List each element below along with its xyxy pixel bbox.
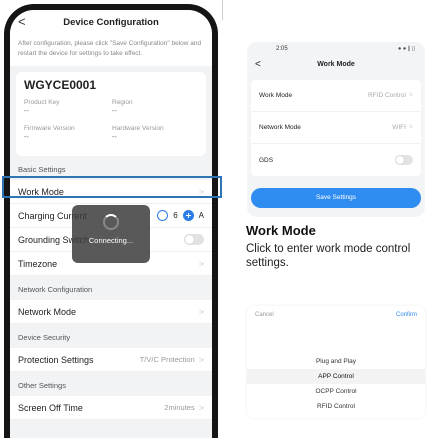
charging-current-stepper: 6 A: [157, 210, 204, 221]
section-device-security: Device Security: [18, 333, 71, 342]
security-list: Protection Settings T/V/C Protection >: [10, 348, 212, 372]
region-label: Region: [112, 99, 133, 106]
mini-row-network-mode[interactable]: Network Mode WIFI >: [251, 112, 421, 144]
description-title: Work Mode: [246, 223, 316, 238]
row-protection-settings[interactable]: Protection Settings T/V/C Protection >: [10, 348, 212, 372]
section-network-configuration: Network Configuration: [18, 285, 93, 294]
device-name: WGYCE0001: [24, 78, 97, 92]
region-value: --: [112, 108, 117, 115]
chevron-right-icon: >: [198, 354, 204, 365]
hardware-label: Hardware Version: [112, 125, 164, 132]
confirm-button[interactable]: Confirm: [396, 312, 417, 318]
firmware-value: --: [24, 134, 29, 141]
product-key: Product Key --: [24, 98, 114, 116]
picker-header: Cancel Confirm: [247, 306, 425, 326]
picker-option[interactable]: OCPP Control: [247, 384, 425, 399]
network-list: Network Mode >: [10, 300, 212, 324]
mini-row-value: RFID Control: [367, 92, 406, 99]
picker-option[interactable]: Plug and Play: [247, 354, 425, 369]
firmware-label: Firmware Version: [24, 125, 75, 132]
mini-row-label: Work Mode: [259, 92, 293, 99]
picker-option[interactable]: RFID Control: [247, 399, 425, 414]
status-time: 2:05: [276, 46, 288, 52]
product-key-label: Product Key: [24, 99, 60, 106]
chevron-right-icon: >: [198, 306, 204, 317]
network-mode-label: Network Mode: [18, 306, 77, 317]
work-mode-card: Work Mode RFID Control > Network Mode WI…: [251, 80, 421, 176]
picker-options: Plug and Play APP Control OCPP Control R…: [247, 354, 425, 414]
device-card: WGYCE0001 Product Key -- Region -- Firmw…: [16, 72, 206, 156]
plus-icon[interactable]: [182, 210, 194, 221]
mini-row-gds: GDS: [251, 144, 421, 176]
notice-text: After configuration, please click "Save …: [10, 36, 212, 66]
mini-row-work-mode[interactable]: Work Mode RFID Control >: [251, 80, 421, 112]
work-mode-title: Work Mode: [317, 61, 355, 68]
status-icons: ● ● ∥ ▯: [397, 46, 415, 52]
chevron-right-icon: >: [408, 92, 413, 99]
charging-current-value: 6: [173, 211, 178, 220]
gds-toggle[interactable]: [395, 155, 413, 165]
toast-text: Connecting...: [88, 236, 134, 245]
work-mode-screen: 2:05 ● ● ∥ ▯ < Work Mode Work Mode RFID …: [247, 42, 425, 217]
connecting-toast: Connecting...: [72, 205, 150, 263]
page-title: Device Configuration: [63, 17, 159, 28]
screen-off-time-value: 2minutes: [164, 403, 195, 412]
mini-row-value: WIFI: [392, 124, 406, 131]
cancel-button[interactable]: Cancel: [255, 312, 274, 318]
connector-line: [222, 0, 223, 20]
spinner-icon: [103, 214, 119, 230]
chevron-right-icon: >: [198, 402, 204, 413]
status-bar: 2:05 ● ● ∥ ▯: [247, 42, 425, 58]
row-network-mode[interactable]: Network Mode >: [10, 300, 212, 324]
screen-off-time-label: Screen Off Time: [18, 402, 83, 413]
save-settings-button[interactable]: Save Settings: [251, 188, 421, 208]
work-mode-picker: Cancel Confirm Plug and Play APP Control…: [247, 306, 425, 418]
charging-current-unit: A: [198, 211, 204, 220]
hardware-version: Hardware Version --: [112, 124, 202, 142]
protection-settings-value: T/V/C Protection: [139, 355, 195, 364]
hardware-value: --: [112, 134, 117, 141]
chevron-right-icon: >: [198, 258, 204, 269]
protection-settings-label: Protection Settings: [18, 354, 94, 365]
grounding-switch-toggle[interactable]: [184, 234, 204, 245]
work-mode-highlight-box: [2, 176, 222, 198]
firmware-version: Firmware Version --: [24, 124, 114, 142]
section-other-settings: Other Settings: [18, 381, 66, 390]
region: Region --: [112, 98, 202, 116]
picker-option-selected[interactable]: APP Control: [247, 369, 425, 384]
header: < Device Configuration: [10, 10, 212, 36]
chevron-right-icon: >: [408, 124, 413, 131]
work-mode-nav: < Work Mode: [247, 58, 425, 76]
other-list: Screen Off Time 2minutes >: [10, 396, 212, 420]
description-body: Click to enter work mode control setting…: [246, 243, 411, 269]
minus-icon[interactable]: [157, 210, 169, 221]
mini-row-label: GDS: [259, 156, 274, 164]
mini-row-label: Network Mode: [259, 124, 301, 131]
product-key-value: --: [24, 108, 29, 115]
phone-frame: < Device Configuration After configurati…: [4, 4, 218, 438]
row-screen-off-time[interactable]: Screen Off Time 2minutes >: [10, 396, 212, 420]
